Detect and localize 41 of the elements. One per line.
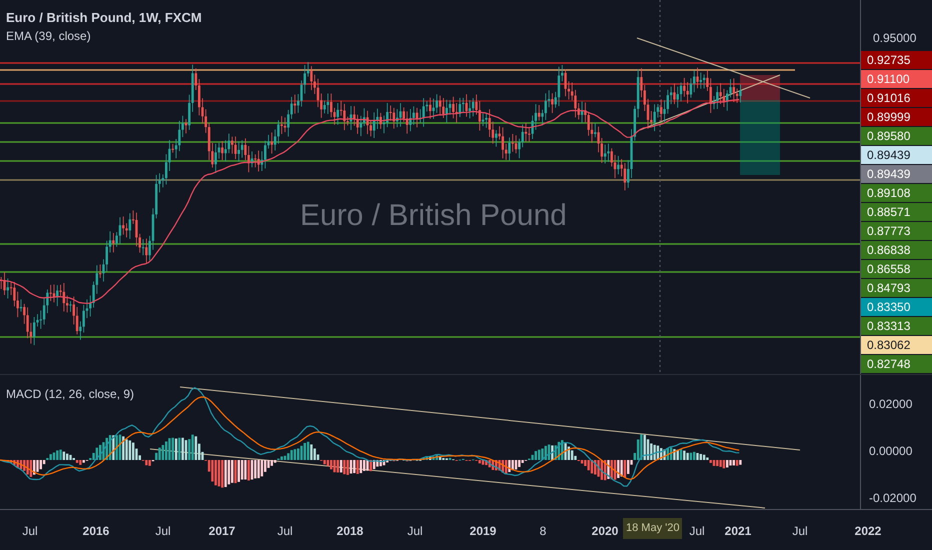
price-label: 0.86558 [861,260,932,279]
price-label: 0.89439 [861,165,932,184]
time-label: 2016 [82,523,110,540]
time-label: Jul [792,523,808,540]
time-label: Jul [689,523,705,540]
time-label: Jul [22,523,38,540]
price-label: 0.86838 [861,241,932,260]
axis-label: 0.02000 [868,396,914,413]
axis-label: 0.95000 [872,30,918,47]
price-label: 0.84793 [861,279,932,298]
price-label: 0.89580 [861,127,932,146]
price-label: 0.82748 [861,355,932,374]
time-label: 2021 [724,523,752,540]
time-label: 2020 [592,523,618,540]
macd-title: MACD (12, 26, close, 9) [6,386,134,403]
time-label: 8 [540,523,546,540]
price-label: 0.92735 [861,51,932,70]
price-label: 0.91016 [861,89,932,108]
axis-label: 0.00000 [868,443,914,460]
time-label: 2018 [336,523,364,540]
time-label: 2019 [470,523,496,540]
axis-label: -0.02000 [868,490,918,507]
price-label: 0.89439 [861,146,932,165]
time-label: 2017 [208,523,236,540]
price-label: 0.83350 [861,298,932,317]
price-label: 0.91100 [861,70,932,89]
crosshair-date-label: 18 May '20 [623,518,682,538]
time-label: Jul [155,523,171,540]
time-label: Jul [407,523,423,540]
legend-title: Euro / British Pound, 1W, FXCM [6,9,202,27]
price-label: 0.88571 [861,203,932,222]
indicator-label: EMA (39, close) [6,28,91,45]
stop-loss-zone [740,75,780,100]
time-label: Jul [277,523,293,540]
price-label: 0.89108 [861,184,932,203]
price-label: 0.87773 [861,222,932,241]
price-label: 0.83313 [861,317,932,336]
price-label: 0.83062 [861,336,932,355]
symbol-watermark: Euro / British Pound [300,198,567,234]
time-label: 2022 [854,523,882,540]
price-label: 0.89999 [861,108,932,127]
